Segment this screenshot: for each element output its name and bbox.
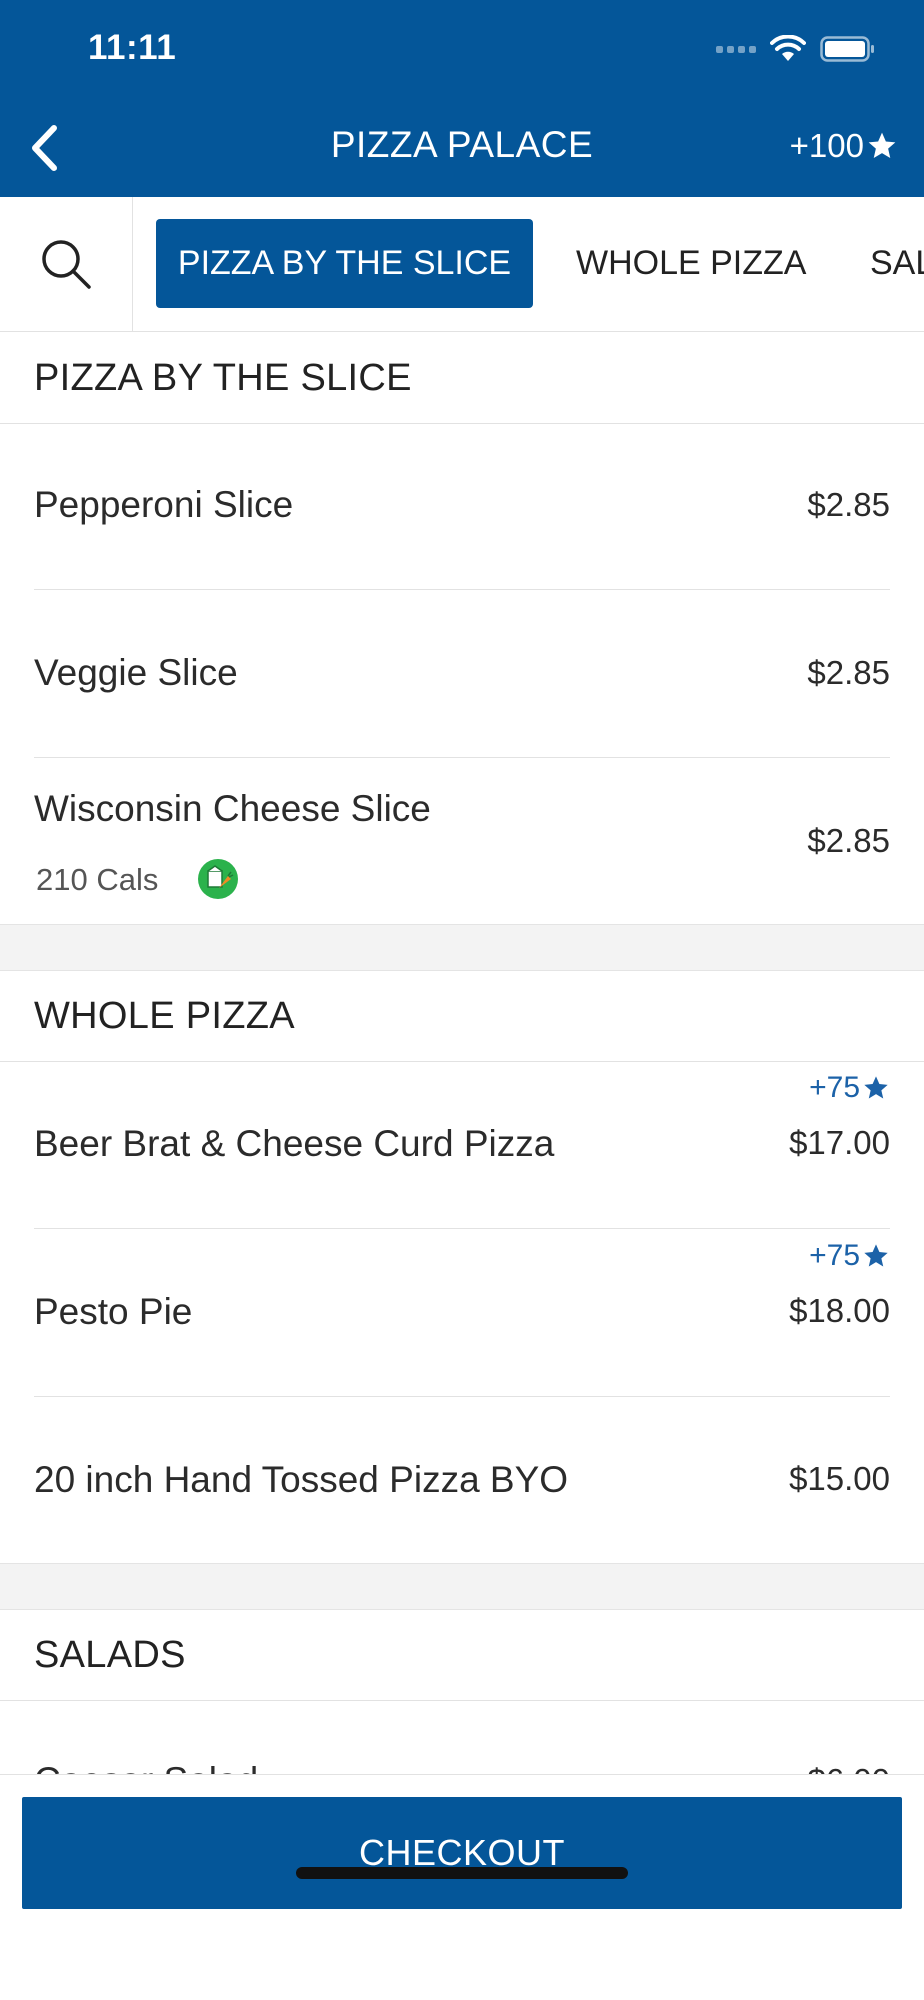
cellular-signal-icon (716, 45, 756, 53)
wifi-icon (770, 35, 806, 61)
star-icon (864, 1076, 888, 1099)
status-icons (716, 34, 876, 64)
tab-salads[interactable]: SALADS (870, 219, 924, 308)
item-name: Wisconsin Cheese Slice (34, 788, 431, 829)
checkout-button[interactable]: CHECKOUT (22, 1797, 902, 1909)
item-name: Pepperoni Slice (34, 484, 294, 525)
menu-item-20-inch-hand-tossed-pizza-byo[interactable]: 20 inch Hand Tossed Pizza BYO $15.00 (0, 1397, 924, 1565)
item-name: 20 inch Hand Tossed Pizza BYO (34, 1459, 569, 1500)
bonus-points: +75 (809, 1071, 890, 1105)
section-title: PIZZA BY THE SLICE (34, 357, 412, 399)
menu-item-veggie-slice[interactable]: Veggie Slice $2.85 (0, 590, 924, 758)
app-header: 11:11 PIZZA PALACE +100 (0, 0, 924, 197)
item-price: $15.00 (789, 1460, 890, 1497)
section-title: WHOLE PIZZA (34, 995, 295, 1037)
section-gap (0, 1563, 924, 1610)
bonus-value: +75 (809, 1071, 860, 1104)
vegetarian-icon (198, 859, 238, 899)
checkout-footer: CHECKOUT (0, 1774, 924, 2000)
section-header-whole-pizza: WHOLE PIZZA (0, 971, 924, 1062)
item-calories: 210 Cals (36, 862, 159, 897)
bonus-points: +75 (809, 1239, 890, 1273)
page-title: PIZZA PALACE (330, 124, 594, 165)
item-price: $17.00 (789, 1124, 890, 1161)
item-name: Beer Brat & Cheese Curd Pizza (34, 1123, 555, 1164)
tab-whole-pizza[interactable]: WHOLE PIZZA (576, 219, 806, 308)
tab-pizza-by-the-slice[interactable]: PIZZA BY THE SLICE (156, 219, 533, 308)
section-gap (0, 924, 924, 971)
points-badge: +100 (790, 127, 898, 165)
menu-item-wisconsin-cheese-slice[interactable]: Wisconsin Cheese Slice 210 Cals $2.85 (0, 758, 924, 926)
bonus-value: +75 (809, 1239, 860, 1272)
item-name: Pesto Pie (34, 1291, 193, 1332)
section-title: SALADS (34, 1634, 186, 1676)
search-button[interactable] (0, 197, 133, 331)
section-header-salads: SALADS (0, 1610, 924, 1701)
star-icon (864, 1244, 888, 1267)
star-icon (868, 132, 896, 158)
category-tabs: PIZZA BY THE SLICE WHOLE PIZZA SALADS (0, 197, 924, 332)
menu-item-pesto-pie[interactable]: +75 Pesto Pie $18.00 (0, 1229, 924, 1397)
points-value: +100 (789, 127, 864, 164)
search-icon (42, 240, 91, 289)
battery-icon (820, 36, 874, 62)
menu-item-beer-brat-cheese-curd-pizza[interactable]: +75 Beer Brat & Cheese Curd Pizza $17.00 (0, 1061, 924, 1229)
menu-item-pepperoni-slice[interactable]: Pepperoni Slice $2.85 (0, 422, 924, 590)
item-price: $2.85 (807, 654, 890, 691)
item-name: Veggie Slice (34, 652, 238, 693)
item-price: $2.85 (807, 822, 890, 859)
section-header-pizza-by-the-slice: PIZZA BY THE SLICE (0, 333, 924, 424)
item-price: $2.85 (807, 486, 890, 523)
item-price: $18.00 (789, 1292, 890, 1329)
home-indicator (296, 1867, 628, 1879)
status-time: 11:11 (88, 28, 177, 67)
